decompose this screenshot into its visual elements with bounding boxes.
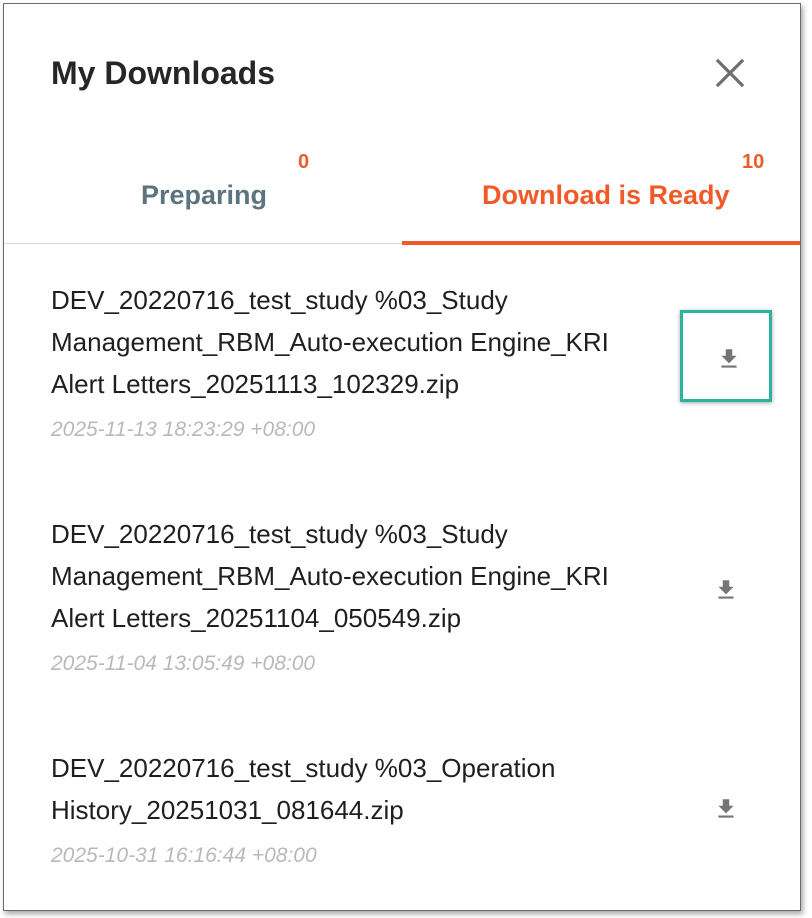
close-icon [715, 58, 745, 88]
list-item: DEV_20220716_test_study %03_Study Manage… [4, 245, 800, 475]
download-button[interactable] [680, 544, 772, 636]
list-item: DEV_20220716_test_study %03_Study Manage… [4, 477, 800, 709]
downloads-panel: My Downloads Preparing 0 Download is Rea… [3, 3, 801, 911]
download-file-name: DEV_20220716_test_study %03_Study Manage… [51, 519, 609, 633]
download-button[interactable] [680, 310, 772, 402]
tab-bar: Preparing 0 Download is Ready 10 [4, 134, 800, 245]
download-icon [721, 349, 737, 368]
tab-download-ready-count: 10 [742, 151, 765, 173]
download-timestamp: 2025-11-13 18:23:29 +08:00 [51, 418, 316, 441]
download-icon [718, 580, 734, 599]
download-file-name: DEV_20220716_test_study %03_Study Manage… [51, 285, 609, 399]
panel-title: My Downloads [51, 55, 276, 91]
list-item: DEV_20220716_test_study %03_Operation Hi… [4, 711, 800, 910]
download-button[interactable] [680, 763, 772, 855]
tab-download-ready[interactable]: Download is Ready 10 [402, 134, 800, 245]
tab-download-ready-label: Download is Ready [482, 180, 730, 210]
download-timestamp: 2025-10-31 16:16:44 +08:00 [51, 844, 317, 867]
close-button[interactable] [710, 53, 750, 93]
tab-preparing-label: Preparing [141, 180, 268, 210]
download-timestamp: 2025-11-04 13:05:49 +08:00 [51, 652, 316, 675]
tab-preparing-count: 0 [298, 151, 310, 173]
panel-header: My Downloads [4, 4, 800, 134]
download-file-name: DEV_20220716_test_study %03_Operation Hi… [51, 753, 556, 825]
download-icon [718, 799, 734, 818]
tab-preparing[interactable]: Preparing 0 [4, 134, 402, 244]
